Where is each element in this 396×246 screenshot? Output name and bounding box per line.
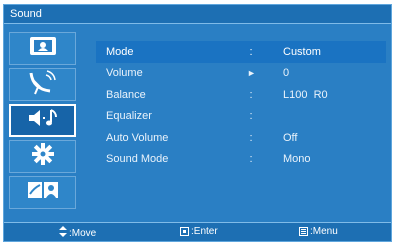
satellite-dish-icon [28,69,58,100]
sidebar-item-setup[interactable] [9,140,76,173]
row-label: Balance [106,88,146,101]
gear-icon [31,142,55,171]
row-value: Mono [283,153,311,166]
menu-row-sound-mode[interactable]: Sound Mode : Mono [96,149,386,171]
row-label: Mode [106,45,134,58]
menu-key-icon [299,227,308,236]
row-separator: : [249,88,253,101]
input-source-icon [27,179,59,206]
row-value: L100 R0 [283,88,328,101]
sidebar-item-picture[interactable] [9,32,76,65]
category-sidebar [9,32,76,212]
enter-key-icon [180,227,189,236]
row-value: 0 [283,67,290,80]
menu-label: :Menu [310,226,338,237]
row-label: Volume [106,67,143,80]
title-bar: Sound [4,5,391,24]
menu-title: Sound [10,8,42,20]
row-separator: : [249,45,253,58]
enter-label: :Enter [191,226,218,237]
menu-row-auto-volume[interactable]: Auto Volume : Off [96,127,386,149]
right-arrow-icon: ► [247,68,256,79]
sound-settings-menu: Mode : Custom Volume ► 0 Balance : L100 … [96,41,386,170]
sound-icon [26,107,60,134]
sidebar-item-sound[interactable] [9,104,76,137]
menu-row-volume[interactable]: Volume ► 0 [96,63,386,85]
picture-icon [29,36,57,61]
row-separator: : [249,110,253,123]
osd-window: Sound Mode: Custom Volume ► 0 Balance:… [3,4,392,242]
sidebar-item-input[interactable] [9,176,76,209]
row-label: Equalizer [106,110,152,123]
row-separator: : [249,153,253,166]
row-value: Off [283,131,298,144]
up-down-arrow-icon [59,226,67,240]
footer-menu-hint: :Menu [299,226,338,237]
footer-help-bar: :Move :Enter :Menu [4,222,391,241]
row-label: Auto Volume [106,131,169,144]
menu-row-mode[interactable]: Mode : Custom [96,41,386,63]
move-label: :Move [69,227,97,239]
footer-move-hint: :Move [59,226,96,240]
footer-enter-hint: :Enter [180,226,218,237]
menu-row-balance[interactable]: Balance : L100 R0 [96,84,386,106]
menu-row-equalizer[interactable]: Equalizer : [96,106,386,128]
sidebar-item-channel[interactable] [9,68,76,101]
row-label: Sound Mode [106,153,169,166]
row-separator: : [249,131,253,144]
row-value: Custom [283,45,321,58]
